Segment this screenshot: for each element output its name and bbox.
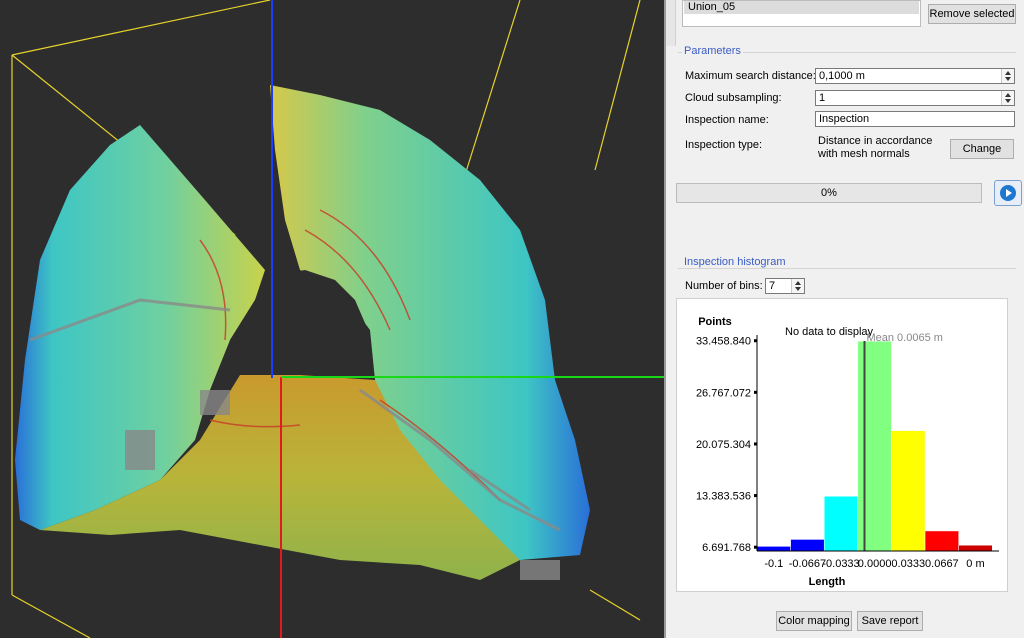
progress-bar: 0% xyxy=(676,183,982,203)
tunnel-point-cloud-render xyxy=(11,0,664,638)
max-search-label: Maximum search distance: xyxy=(685,70,816,82)
histogram-bar xyxy=(958,544,993,552)
bins-label: Number of bins: xyxy=(685,280,763,292)
inspection-type-line1: Distance in accordance xyxy=(818,135,933,147)
bins-value: 7 xyxy=(769,280,776,292)
save-report-button[interactable]: Save report xyxy=(857,611,923,631)
y-tick-label: 6.691.768 xyxy=(702,542,751,554)
x-axis-title: Length xyxy=(809,576,846,588)
x-tick-label: 0 m xyxy=(966,558,984,570)
spin-arrows-icon[interactable] xyxy=(1001,91,1014,105)
run-inspection-button[interactable] xyxy=(994,180,1022,206)
inspection-type-line2: with mesh normals xyxy=(818,148,910,160)
color-mapping-button[interactable]: Color mapping xyxy=(776,611,852,631)
x-tick-label: 0.0333 xyxy=(891,558,925,570)
progress-text: 0% xyxy=(821,187,837,199)
spin-arrows-icon[interactable] xyxy=(1001,69,1014,83)
histogram-bars xyxy=(756,340,993,552)
inspection-panel: Union_05 Remove selected Parameters Maxi… xyxy=(666,0,1024,638)
selected-items-list[interactable]: Union_05 xyxy=(682,0,921,27)
x-tick-label: 0.0000 xyxy=(858,558,892,570)
inspection-histogram: Points No data to display Length 33.458.… xyxy=(676,298,1008,592)
subsampling-label: Cloud subsampling: xyxy=(685,92,782,104)
list-item[interactable]: Union_05 xyxy=(684,1,919,14)
play-icon xyxy=(1000,185,1016,201)
histogram-title: Inspection histogram xyxy=(682,256,788,268)
change-type-button[interactable]: Change xyxy=(950,139,1014,159)
x-tick-label: -0.0333 xyxy=(822,558,859,570)
y-axis-ticks: 33.458.840 26.767.072 20.075.304 13.383.536… xyxy=(696,336,757,554)
no-data-label: No data to display xyxy=(785,326,874,338)
histogram-chart: Points No data to display Length 33.458.… xyxy=(696,316,999,588)
histogram-bar xyxy=(891,430,926,552)
histogram-bar xyxy=(857,340,892,552)
histogram-divider xyxy=(678,268,1016,269)
remove-selected-button[interactable]: Remove selected xyxy=(928,4,1016,24)
histogram-bar xyxy=(790,539,825,552)
y-tick-label: 33.458.840 xyxy=(696,336,751,348)
y-tick-label: 13.383.536 xyxy=(696,491,751,503)
histogram-bar xyxy=(756,546,791,552)
x-tick-label: -0.0667 xyxy=(789,558,826,570)
3d-viewport[interactable] xyxy=(0,0,664,638)
x-tick-label: 0.0667 xyxy=(925,558,959,570)
x-tick-label: -0.1 xyxy=(764,558,783,570)
subsampling-value: 1 xyxy=(819,92,826,104)
y-axis-title: Points xyxy=(698,316,732,328)
panel-scrollbar[interactable] xyxy=(666,0,676,46)
spin-arrows-icon[interactable] xyxy=(791,279,804,293)
parameters-title: Parameters xyxy=(682,45,743,57)
y-tick-label: 20.075.304 xyxy=(696,439,751,451)
x-axis-ticks: -0.1 -0.0667-0.03330.0000 0.0333 0.0667 0 m xyxy=(764,558,984,570)
histogram-bar xyxy=(924,530,959,552)
max-search-distance-field[interactable]: 0,1000 m xyxy=(815,68,1015,84)
cloud-subsampling-field[interactable]: 1 xyxy=(815,90,1015,106)
mean-label: Mean 0.0065 m xyxy=(866,332,942,344)
inspection-name-input[interactable]: Inspection xyxy=(815,111,1015,127)
max-search-value: 0,1000 m xyxy=(819,70,865,82)
histogram-bar xyxy=(823,495,859,552)
inspection-type-value: Distance in accordance with mesh normals xyxy=(818,135,932,161)
inspection-type-label: Inspection type: xyxy=(685,139,763,151)
y-tick-label: 26.767.072 xyxy=(696,387,751,399)
inspection-name-label: Inspection name: xyxy=(685,114,769,126)
bins-stepper[interactable]: 7 xyxy=(765,278,805,294)
